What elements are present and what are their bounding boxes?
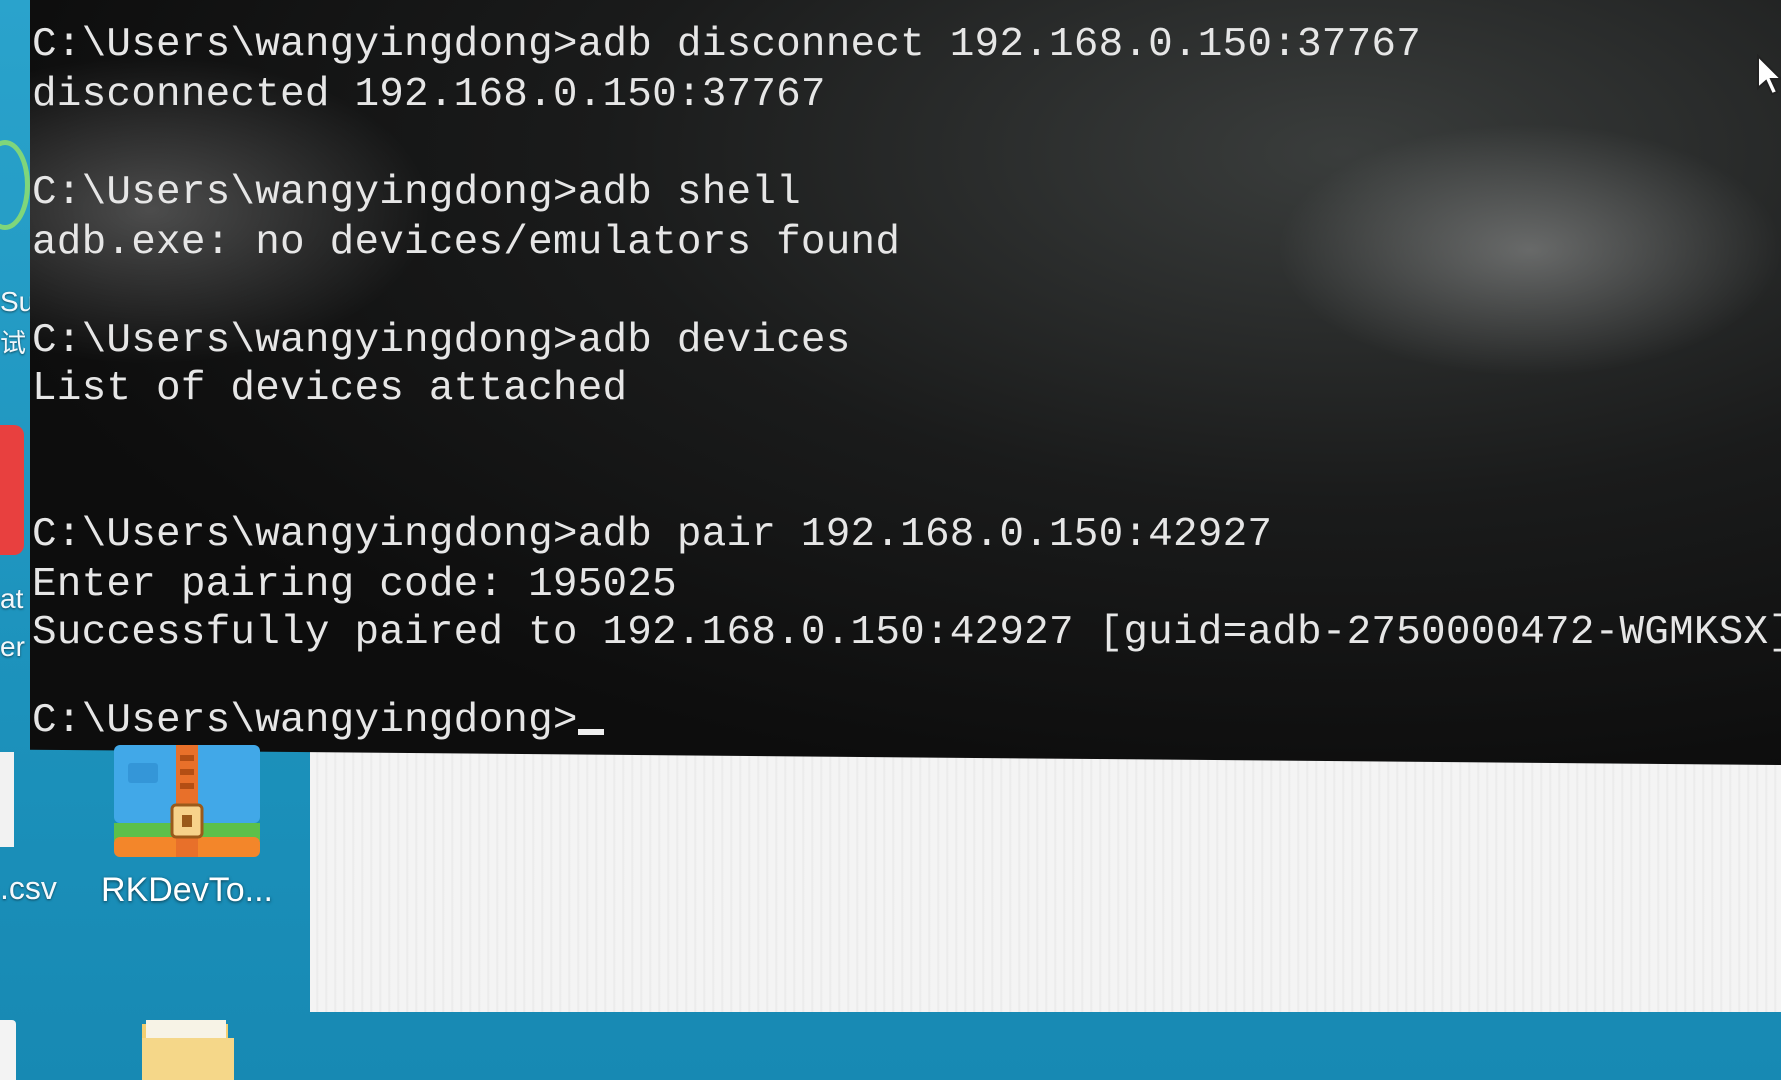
terminal-line: C:\Users\wangyingdong>adb shell [32,170,801,216]
partial-folder-icon[interactable] [0,1020,16,1080]
desktop-icon-label: RKDevTo... [101,871,273,909]
partial-desktop-label[interactable]: 试 [0,330,26,356]
partial-desktop-label[interactable]: er [0,633,25,661]
terminal-prompt-line[interactable]: C:\Users\wangyingdong> [32,698,604,744]
terminal-line: Enter pairing code: 195025 [32,562,677,608]
terminal-line: List of devices attached [32,366,628,412]
partial-file-icon[interactable] [0,752,14,847]
terminal-line: C:\Users\wangyingdong>adb pair 192.168.0… [32,512,1273,558]
folder-icon[interactable] [142,1020,234,1080]
background-window[interactable] [310,752,1781,1012]
mouse-pointer-icon [1757,54,1781,96]
terminal-line: Successfully paired to 192.168.0.150:429… [32,610,1781,656]
terminal-line: disconnected 192.168.0.150:37767 [32,72,826,118]
terminal-prompt: C:\Users\wangyingdong> [32,698,578,744]
partial-app-icon[interactable] [0,425,24,555]
terminal-output: C:\Users\wangyingdong>adb disconnect 192… [32,22,1781,765]
rkdevtool-archive-icon [114,745,260,857]
partial-desktop-label[interactable]: Su [0,288,34,316]
terminal-line: C:\Users\wangyingdong>adb devices [32,318,851,364]
command-prompt-window[interactable]: C:\Users\wangyingdong>adb disconnect 192… [30,0,1781,765]
partial-desktop-label[interactable]: at [0,585,23,613]
text-cursor [577,729,604,735]
terminal-line: C:\Users\wangyingdong>adb disconnect 192… [32,22,1422,68]
csv-file-label[interactable]: .csv [0,872,57,904]
desktop-icon-rkdevtool[interactable]: RKDevTo... [92,745,282,925]
terminal-line: adb.exe: no devices/emulators found [32,220,901,266]
